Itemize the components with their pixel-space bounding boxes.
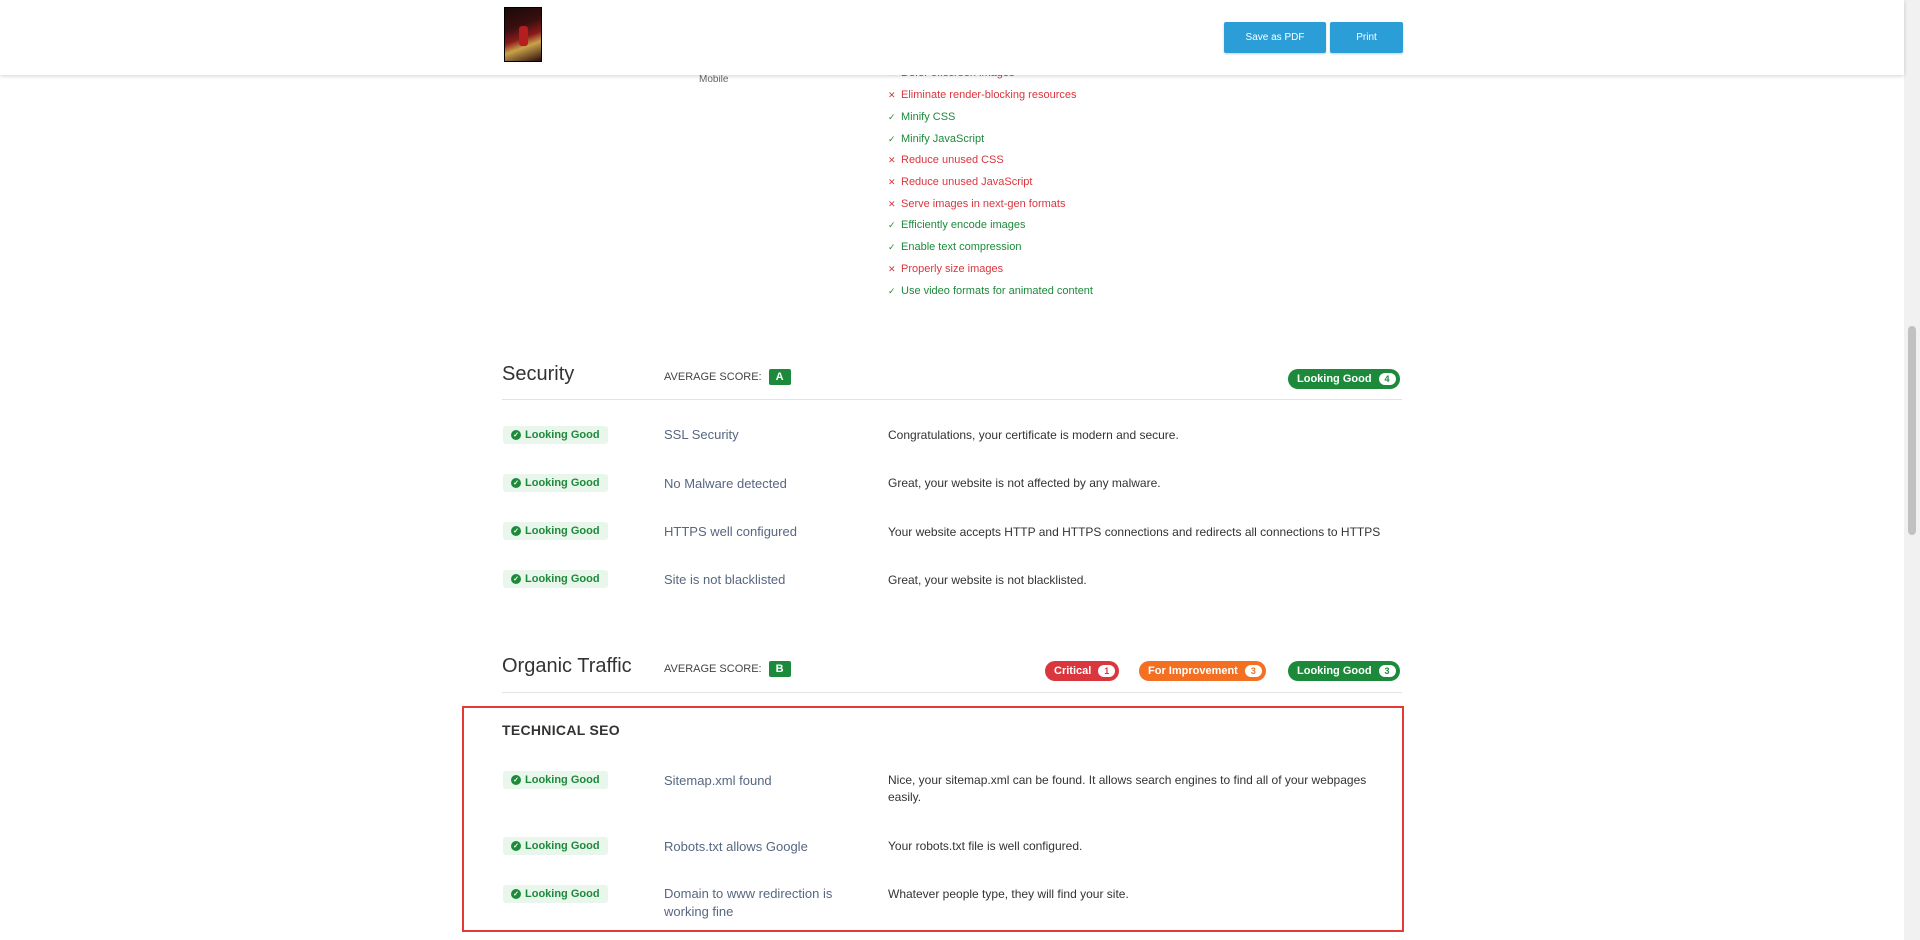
- pill-label: Looking Good: [1297, 373, 1372, 385]
- pill-count: 3: [1244, 665, 1262, 677]
- security-average-score: AVERAGE SCORE: A: [664, 369, 791, 385]
- audit-item: ✕ Serve images in next-gen formats: [888, 198, 1066, 210]
- cross-icon: ✕: [888, 177, 896, 187]
- grade-badge: A: [768, 369, 791, 385]
- check-icon: ✓: [888, 242, 896, 252]
- check-circle-icon: ✓: [511, 889, 521, 899]
- pill-count: 3: [1378, 665, 1396, 677]
- critical-summary-pill[interactable]: Critical 1: [1045, 661, 1120, 681]
- check-description: Nice, your sitemap.xml can be found. It …: [888, 773, 1367, 804]
- status-badge: ✓ Looking Good: [503, 771, 608, 789]
- logo[interactable]: [504, 7, 542, 62]
- check-title: Domain to www redirection is working fin…: [664, 886, 833, 919]
- status-badge: ✓ Looking Good: [503, 474, 608, 492]
- check-circle-icon: ✓: [511, 775, 521, 785]
- section-divider: [502, 399, 1402, 400]
- average-score-label: AVERAGE SCORE:: [664, 371, 762, 383]
- audit-item: ✓ Use video formats for animated content: [888, 285, 1093, 297]
- status-badge: ✓ Looking Good: [503, 885, 608, 903]
- audit-item: ✓ Minify JavaScript: [888, 133, 985, 145]
- check-title: No Malware detected: [664, 476, 787, 491]
- status-badge: ✓ Looking Good: [503, 426, 608, 444]
- check-title: Robots.txt allows Google: [664, 839, 808, 854]
- print-button[interactable]: Print: [1330, 22, 1403, 53]
- check-icon: ✓: [888, 134, 896, 144]
- logo-figure: [519, 26, 528, 46]
- technical-seo-title: TECHNICAL SEO: [502, 722, 620, 738]
- check-circle-icon: ✓: [511, 478, 521, 488]
- top-bar: Save as PDF Print: [0, 0, 1904, 75]
- looking-good-summary-pill[interactable]: Looking Good 3: [1288, 661, 1400, 681]
- grade-badge: B: [768, 661, 791, 677]
- check-description: Great, your website is not blacklisted.: [888, 573, 1087, 587]
- audit-item: ✕ Reduce unused JavaScript: [888, 176, 1033, 188]
- audit-item: ✕ Reduce unused CSS: [888, 154, 1004, 166]
- check-circle-icon: ✓: [511, 526, 521, 536]
- audit-item: ✓ Minify CSS: [888, 111, 956, 123]
- check-description: Your website accepts HTTP and HTTPS conn…: [888, 525, 1381, 539]
- check-icon: ✓: [888, 286, 896, 296]
- looking-good-summary-pill[interactable]: Looking Good 4: [1288, 369, 1400, 389]
- check-description: Whatever people type, they will find you…: [888, 887, 1129, 901]
- organic-traffic-section-title: Organic Traffic: [502, 655, 632, 677]
- check-circle-icon: ✓: [511, 430, 521, 440]
- pill-label: Looking Good: [1297, 665, 1372, 677]
- cross-icon: ✕: [888, 90, 896, 100]
- check-description: Congratulations, your certificate is mod…: [888, 428, 1179, 442]
- audit-item: ✓ Enable text compression: [888, 241, 1022, 253]
- check-description: Great, your website is not affected by a…: [888, 476, 1161, 490]
- pill-label: Critical: [1054, 665, 1092, 677]
- mobile-label: Mobile: [699, 74, 729, 85]
- check-title: Site is not blacklisted: [664, 572, 786, 587]
- check-description: Your robots.txt file is well configured.: [888, 839, 1083, 853]
- status-badge: ✓ Looking Good: [503, 837, 608, 855]
- scrollbar-thumb[interactable]: [1908, 326, 1916, 535]
- audit-item: ✕ Eliminate render-blocking resources: [888, 89, 1077, 101]
- organic-average-score: AVERAGE SCORE: B: [664, 661, 791, 677]
- security-section-title: Security: [502, 363, 575, 385]
- audit-item: ✓ Efficiently encode images: [888, 219, 1026, 231]
- cross-icon: ✕: [888, 199, 896, 209]
- status-badge: ✓ Looking Good: [503, 522, 608, 540]
- for-improvement-summary-pill[interactable]: For Improvement 3: [1139, 661, 1266, 681]
- save-as-pdf-button[interactable]: Save as PDF: [1224, 22, 1326, 53]
- status-badge: ✓ Looking Good: [503, 570, 608, 588]
- check-title: HTTPS well configured: [664, 524, 797, 539]
- cross-icon: ✕: [888, 264, 896, 274]
- check-circle-icon: ✓: [511, 574, 521, 584]
- check-circle-icon: ✓: [511, 841, 521, 851]
- pill-count: 4: [1378, 373, 1396, 385]
- section-divider: [502, 692, 1402, 693]
- audit-item: ✕ Properly size images: [888, 263, 1004, 275]
- check-title: SSL Security: [664, 427, 739, 442]
- cross-icon: ✕: [888, 155, 896, 165]
- check-icon: ✓: [888, 220, 896, 230]
- pill-label: For Improvement: [1148, 665, 1238, 677]
- check-title: Sitemap.xml found: [664, 773, 772, 788]
- average-score-label: AVERAGE SCORE:: [664, 663, 762, 675]
- check-icon: ✓: [888, 112, 896, 122]
- pill-count: 1: [1098, 665, 1116, 677]
